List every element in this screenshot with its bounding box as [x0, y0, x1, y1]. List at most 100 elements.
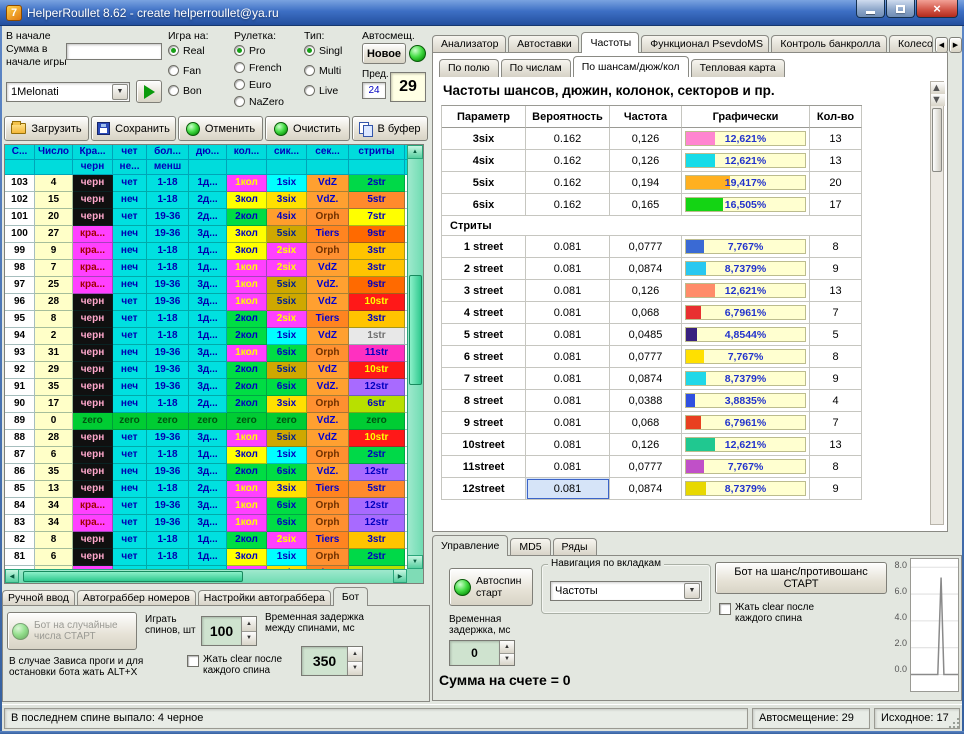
- freq-count-cell[interactable]: 8: [810, 346, 862, 368]
- history-row[interactable]: 9229черннеч19-363д...2кол5sixVdZ10str: [5, 362, 423, 379]
- tabs-scroll-left-icon[interactable]: ◀: [935, 37, 948, 53]
- history-row[interactable]: 999кра...неч1-181д...3кол2sixOrph3str: [5, 243, 423, 260]
- random-bot-start-button[interactable]: Бот на случайные числа СТАРТ: [7, 612, 137, 650]
- freq-freq-cell[interactable]: 0,0777: [610, 346, 682, 368]
- freq-param-cell[interactable]: 2 street: [442, 258, 526, 280]
- history-header-cell[interactable]: С...: [5, 145, 35, 160]
- tab-bot[interactable]: Бот: [333, 587, 368, 606]
- history-row[interactable]: 10215черннеч1-182д...3кол3sixVdZ.5str: [5, 192, 423, 209]
- history-row[interactable]: 1034чернчет1-181д...1кол1sixVdZ2str: [5, 175, 423, 192]
- tab-rows[interactable]: Ряды: [553, 538, 597, 556]
- tab-bankroll[interactable]: Контроль банкролла: [771, 35, 887, 53]
- radio-pro[interactable]: Pro: [234, 43, 300, 58]
- history-row[interactable]: 987кра...неч1-181д...1кол2sixVdZ3str: [5, 260, 423, 277]
- history-header-cell[interactable]: [5, 160, 35, 175]
- radio-bon[interactable]: Bon: [168, 83, 230, 98]
- freq-param-cell[interactable]: 5six: [442, 172, 526, 194]
- history-header-cell[interactable]: [349, 160, 405, 175]
- freq-param-cell[interactable]: 6 street: [442, 346, 526, 368]
- resize-grip[interactable]: [957, 726, 959, 728]
- history-row[interactable]: 942чернчет1-181д...2кол1sixVdZ1str: [5, 328, 423, 345]
- radio-live[interactable]: Live: [304, 83, 360, 98]
- freq-count-cell[interactable]: 20: [810, 172, 862, 194]
- save-button[interactable]: Сохранить: [91, 116, 176, 141]
- scroll-left-icon[interactable]: ◀: [5, 569, 19, 583]
- undo-button[interactable]: Отменить: [178, 116, 263, 141]
- freq-freq-cell[interactable]: 0,165: [610, 194, 682, 216]
- load-button[interactable]: Загрузить: [4, 116, 89, 141]
- freq-prob-cell[interactable]: 0.081: [526, 280, 610, 302]
- freq-param-cell[interactable]: 11street: [442, 456, 526, 478]
- subtab-heatmap[interactable]: Тепловая карта: [691, 59, 785, 77]
- history-header-cell[interactable]: бол...: [147, 145, 189, 160]
- freq-freq-cell[interactable]: 0,0485: [610, 324, 682, 346]
- freq-count-cell[interactable]: 7: [810, 412, 862, 434]
- tabs-scroll-right-icon[interactable]: ▶: [949, 37, 962, 53]
- freq-freq-cell[interactable]: 0,126: [610, 280, 682, 302]
- freq-vertical-scrollbar[interactable]: ▲ ▼: [930, 81, 944, 525]
- freq-param-cell[interactable]: 3six: [442, 128, 526, 150]
- freq-count-cell[interactable]: 9: [810, 368, 862, 390]
- freq-prob-cell[interactable]: 0.081: [526, 302, 610, 324]
- freq-freq-cell[interactable]: 0,0874: [610, 478, 682, 500]
- freq-count-cell[interactable]: 17: [810, 194, 862, 216]
- tab-number-grabber[interactable]: Автограббер номеров: [77, 590, 196, 606]
- freq-count-cell[interactable]: 9: [810, 478, 862, 500]
- scroll-down-icon[interactable]: ▼: [407, 555, 423, 569]
- play-button[interactable]: [136, 80, 162, 103]
- history-row[interactable]: 10027кра...неч19-363д...3кол5sixTiers9st…: [5, 226, 423, 243]
- freq-count-cell[interactable]: 13: [810, 434, 862, 456]
- history-vscroll-thumb[interactable]: [409, 275, 422, 385]
- history-horizontal-scrollbar[interactable]: ◀ ▶: [5, 569, 407, 583]
- tab-frequencies[interactable]: Частоты: [581, 32, 639, 53]
- bot-clear-after-spin-checkbox[interactable]: Жать clear после каждого спина: [187, 654, 295, 676]
- chevron-down-icon[interactable]: ▼: [684, 583, 700, 599]
- freq-freq-cell[interactable]: 0,126: [610, 434, 682, 456]
- spins-count-spinner[interactable]: 100 ▲ ▼: [201, 616, 257, 646]
- subtab-by-field[interactable]: По полю: [439, 59, 499, 77]
- freq-param-cell[interactable]: 3 street: [442, 280, 526, 302]
- history-header-cell[interactable]: [307, 160, 349, 175]
- history-row[interactable]: 9135черннеч19-363д...2кол6sixVdZ.12str: [5, 379, 423, 396]
- freq-prob-cell[interactable]: 0.081: [526, 324, 610, 346]
- history-header-cell[interactable]: [35, 160, 73, 175]
- spin-up-icon[interactable]: ▲: [348, 647, 362, 662]
- tab-wheel[interactable]: Колесо: [889, 35, 933, 53]
- close-button[interactable]: ×: [916, 0, 958, 18]
- spin-down-icon[interactable]: ▼: [242, 632, 256, 646]
- freq-freq-cell[interactable]: 0,0874: [610, 368, 682, 390]
- radio-fan[interactable]: Fan: [168, 63, 230, 78]
- freq-prob-cell[interactable]: 0.081: [526, 478, 610, 500]
- history-row[interactable]: 8635черннеч19-363д...2кол6sixVdZ.12str: [5, 464, 423, 481]
- spin-down-icon[interactable]: ▼: [500, 654, 514, 666]
- radio-french[interactable]: French: [234, 60, 300, 75]
- history-hscroll-thumb[interactable]: [23, 571, 243, 582]
- freq-count-cell[interactable]: 8: [810, 236, 862, 258]
- tab-control[interactable]: Управление: [432, 535, 508, 556]
- spin-up-icon[interactable]: ▲: [500, 641, 514, 654]
- freq-freq-cell[interactable]: 0,0874: [610, 258, 682, 280]
- freq-prob-cell[interactable]: 0.081: [526, 346, 610, 368]
- freq-count-cell[interactable]: 13: [810, 150, 862, 172]
- history-row[interactable]: 9725кра...неч19-363д...1кол5sixVdZ.9str: [5, 277, 423, 294]
- history-row[interactable]: 10120чернчет19-362д...2кол4sixOrph7str: [5, 209, 423, 226]
- control-clear-after-spin-checkbox[interactable]: Жать clear после каждого спина: [719, 602, 839, 624]
- freq-prob-cell[interactable]: 0.162: [526, 128, 610, 150]
- history-header-cell[interactable]: не...: [113, 160, 147, 175]
- history-row[interactable]: 9017черннеч1-182д...2кол3sixOrph6str: [5, 396, 423, 413]
- history-vertical-scrollbar[interactable]: ▲ ▼: [407, 145, 423, 569]
- spin-up-icon[interactable]: ▲: [242, 617, 256, 632]
- tab-pseudoms[interactable]: Функционал PsevdoMS: [641, 35, 769, 53]
- freq-count-cell[interactable]: 5: [810, 324, 862, 346]
- radio-multi[interactable]: Multi: [304, 63, 360, 78]
- history-row[interactable]: 8434кра...чет19-363д...1кол6sixOrph12str: [5, 498, 423, 515]
- freq-param-cell[interactable]: 9 street: [442, 412, 526, 434]
- freq-prob-cell[interactable]: 0.081: [526, 456, 610, 478]
- freq-freq-cell[interactable]: 0,0777: [610, 236, 682, 258]
- tab-grabber-settings[interactable]: Настройки автограббера: [198, 590, 331, 606]
- history-row[interactable]: 958чернчет1-181д...2кол2sixTiers3str: [5, 311, 423, 328]
- freq-freq-cell[interactable]: 0,0388: [610, 390, 682, 412]
- tab-md5[interactable]: MD5: [510, 538, 550, 556]
- copy-to-buffer-button[interactable]: В буфер: [352, 116, 428, 141]
- scroll-up-icon[interactable]: ▲: [407, 145, 423, 159]
